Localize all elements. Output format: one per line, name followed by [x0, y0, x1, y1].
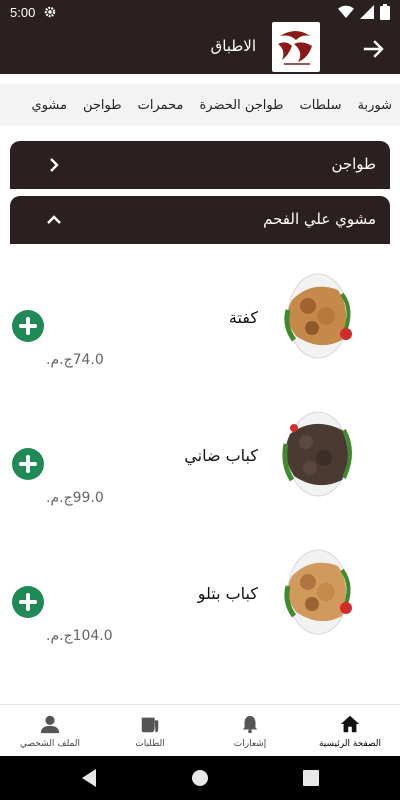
- section-charcoal-grill[interactable]: مشوي علي الفحم: [10, 196, 390, 244]
- restaurant-logo: [272, 22, 320, 72]
- tab-salads[interactable]: سلطات: [291, 98, 349, 113]
- nav-orders[interactable]: الطلبات: [100, 705, 200, 756]
- dish-price: 74.0ج.م.: [46, 352, 104, 368]
- nav-notifications[interactable]: إشعارات: [200, 705, 300, 756]
- section-tagines[interactable]: طواجن: [10, 141, 390, 189]
- status-bar: 5:00: [0, 0, 400, 24]
- section-label: طواجن: [331, 155, 376, 173]
- dish-item[interactable]: كباب بتلو 104.0ج.م.: [0, 546, 400, 666]
- tab-tagines[interactable]: طواجن: [75, 98, 130, 113]
- nav-home[interactable]: الصفحة الرئيسية: [300, 705, 400, 756]
- orders-icon: [141, 717, 159, 732]
- add-to-cart-button[interactable]: [12, 448, 44, 480]
- dish-price: 104.0ج.م.: [46, 628, 113, 644]
- battery-icon: [380, 4, 390, 20]
- bottom-navigation: الصفحة الرئيسية إشعارات الطلبات الملف ال…: [0, 704, 400, 756]
- tab-grills[interactable]: مشوي: [24, 98, 75, 113]
- dish-name: كباب بتلو: [197, 584, 258, 603]
- tab-house-tagines[interactable]: طواجن الحضرة: [191, 98, 291, 113]
- dish-item[interactable]: كفتة 74.0ج.م.: [0, 270, 400, 390]
- app-bar: الاطباق: [0, 22, 400, 74]
- bell-icon: [242, 715, 258, 733]
- dish-image: [272, 546, 364, 638]
- profile-icon: [40, 715, 60, 733]
- status-icons: [338, 4, 390, 20]
- dish-image: [272, 270, 364, 362]
- chevron-right-icon: [50, 158, 59, 172]
- system-recents-icon[interactable]: [302, 768, 320, 788]
- nav-label: الطلبات: [135, 738, 165, 749]
- chevron-up-icon: [47, 215, 61, 224]
- gear-icon: [45, 6, 56, 18]
- dish-name: كفتة: [228, 308, 258, 327]
- dish-image: [272, 408, 364, 500]
- add-to-cart-button[interactable]: [12, 586, 44, 618]
- system-back-icon[interactable]: [80, 768, 98, 788]
- status-time: 5:00: [10, 4, 36, 20]
- dish-price: 99.0ج.م.: [46, 490, 104, 506]
- tab-soup[interactable]: شوربة: [350, 98, 400, 113]
- system-navigation-bar: [0, 756, 400, 800]
- system-home-icon[interactable]: [191, 768, 209, 788]
- app-screen: 5:00 الاطباق شوربة سلطات طواجن الحضرة مح…: [0, 0, 400, 800]
- back-arrow-icon[interactable]: [362, 37, 386, 61]
- nav-profile[interactable]: الملف الشخصي: [0, 705, 100, 756]
- wifi-icon: [338, 5, 354, 19]
- home-icon: [340, 715, 360, 732]
- page-title: الاطباق: [210, 37, 256, 55]
- section-label: مشوي علي الفحم: [263, 210, 376, 228]
- nav-label: الصفحة الرئيسية: [318, 738, 382, 749]
- tab-fried[interactable]: محمرات: [130, 98, 192, 113]
- nav-label: إشعارات: [233, 738, 267, 749]
- add-to-cart-button[interactable]: [12, 310, 44, 342]
- dish-name: كباب ضاني: [184, 446, 258, 465]
- category-tabs: شوربة سلطات طواجن الحضرة محمرات طواجن مش…: [0, 84, 400, 126]
- nav-label: الملف الشخصي: [20, 738, 80, 749]
- dish-item[interactable]: كباب ضاني 99.0ج.م.: [0, 408, 400, 528]
- signal-icon: [360, 5, 374, 19]
